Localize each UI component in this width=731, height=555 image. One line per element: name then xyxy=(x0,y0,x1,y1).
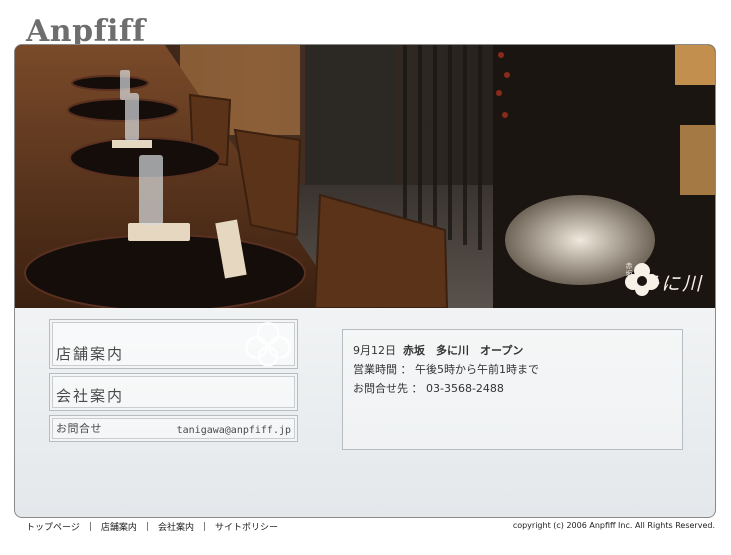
store-info-label: 店舗案内 xyxy=(56,345,125,363)
restaurant-interior-illustration xyxy=(15,45,715,308)
news-date: 9月12日 xyxy=(353,344,396,357)
hero-image: 赤坂 多に川 xyxy=(15,45,715,308)
news-shop: 赤坂 多に川 オープン xyxy=(403,344,524,357)
business-hours: 営業時間 ： 午後5時から午前1時まで xyxy=(353,363,539,376)
main-frame: 赤坂 多に川 店舗案内 会社案内 お問合せ tanigawa@anpfiff.j… xyxy=(14,44,716,518)
footer-separator: | xyxy=(88,521,92,532)
footer-link-top[interactable]: トップページ xyxy=(26,520,80,533)
footer-link-store[interactable]: 店舗案内 xyxy=(101,520,137,533)
footer-separator: | xyxy=(145,521,149,532)
restaurant-stamp: 赤坂 多に川 xyxy=(624,262,703,296)
footer-link-policy[interactable]: サイトポリシー xyxy=(215,520,278,533)
footer: トップページ | 店舗案内 | 会社案内 | サイトポリシー copyright… xyxy=(0,518,731,536)
contact-email-link[interactable]: tanigawa@anpfiff.jp xyxy=(177,425,291,436)
footer-nav: トップページ | 店舗案内 | 会社案内 | サイトポリシー xyxy=(26,520,278,534)
contact-phone: お問合せ先 ： 03-3568-2488 xyxy=(353,382,504,395)
news-box: 9月12日 赤坂 多に川 オープン 営業時間 ： 午後5時から午前1時まで お問… xyxy=(342,329,683,450)
flower-watermark-icon xyxy=(245,322,291,367)
store-info-link[interactable]: 店舗案内 xyxy=(49,319,298,369)
contact-row: お問合せ tanigawa@anpfiff.jp xyxy=(49,415,298,442)
footer-separator: | xyxy=(202,521,206,532)
company-info-label: 会社案内 xyxy=(56,387,125,405)
copyright-text: copyright (c) 2006 Anpfiff Inc. All Righ… xyxy=(512,521,715,530)
contact-label: お問合せ xyxy=(56,422,102,435)
company-info-link[interactable]: 会社案内 xyxy=(49,373,298,411)
left-menu: 店舗案内 会社案内 お問合せ tanigawa@anpfiff.jp xyxy=(49,319,298,446)
flower-crest-icon xyxy=(624,263,659,296)
news-headline: 9月12日 赤坂 多に川 オープン xyxy=(353,341,672,360)
footer-link-company[interactable]: 会社案内 xyxy=(158,520,194,533)
